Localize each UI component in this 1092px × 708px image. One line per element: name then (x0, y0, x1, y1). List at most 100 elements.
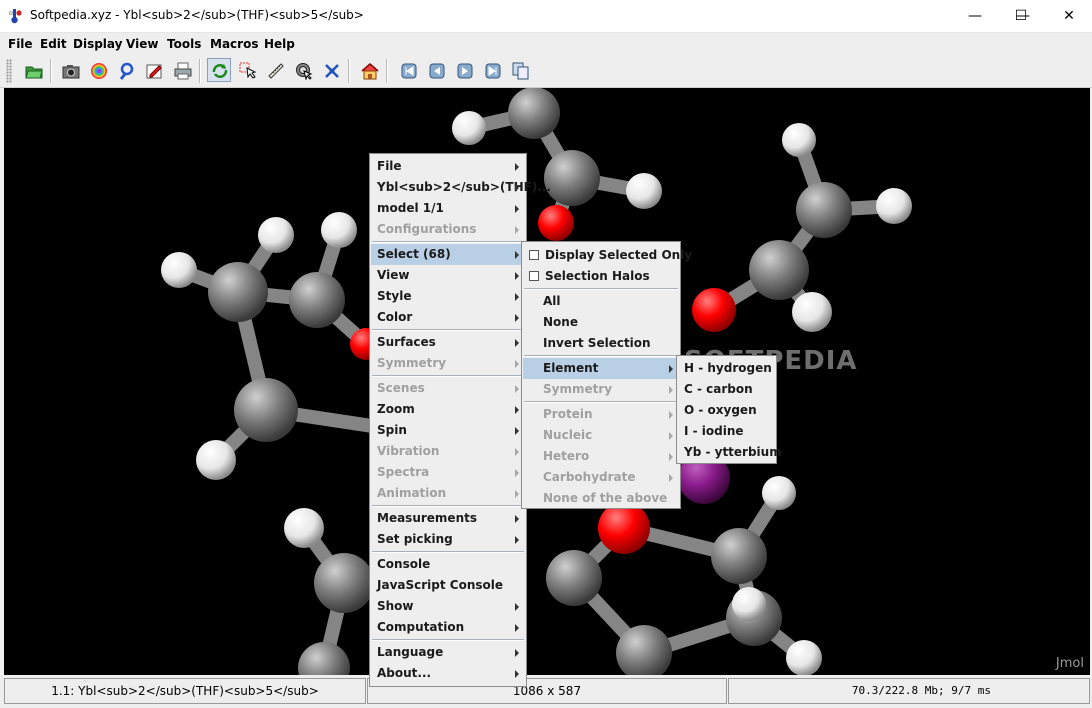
element-item-label: Yb - ytterbium (684, 445, 782, 459)
select-item-protein: Protein (523, 404, 679, 425)
minimize-button-visible[interactable]: — (952, 0, 998, 31)
select-item-selection-halos[interactable]: Selection Halos (523, 266, 679, 287)
element-item-label: O - oxygen (684, 403, 757, 417)
rotate-icon[interactable] (207, 58, 231, 82)
menu-item-spectra: Spectra (371, 462, 525, 483)
checkbox-icon[interactable] (529, 271, 539, 281)
menu-item-color[interactable]: Color (371, 307, 525, 328)
select-item-element[interactable]: Element (523, 358, 679, 379)
menu-item-label: Surfaces (377, 335, 436, 349)
open-icon[interactable] (21, 58, 45, 82)
menu-help[interactable]: Help (264, 37, 295, 51)
select-item-label: Display Selected Only (545, 248, 693, 262)
element-item-h-hydrogen[interactable]: H - hydrogen (678, 358, 775, 379)
submenu-arrow-icon (515, 184, 519, 192)
submenu-arrow-icon (669, 386, 673, 394)
menu-item-vibration: Vibration (371, 441, 525, 462)
submenu-arrow-icon (515, 251, 519, 259)
first-frame-icon[interactable] (396, 58, 420, 82)
jmol-app-icon (8, 9, 22, 24)
next-frame-icon[interactable] (452, 58, 476, 82)
submenu-arrow-icon (515, 293, 519, 301)
menu-item-javascript-console[interactable]: JavaScript Console (371, 575, 525, 596)
menu-item-console[interactable]: Console (371, 554, 525, 575)
menu-item-label: Vibration (377, 444, 440, 458)
element-item-label: C - carbon (684, 382, 753, 396)
select-item-none[interactable]: None (523, 312, 679, 333)
menu-item-ybl2-thf[interactable]: Ybl<sub>2</sub>(THF)... (371, 177, 551, 198)
menu-item-about[interactable]: About... (371, 663, 525, 684)
measure-icon[interactable] (263, 58, 287, 82)
maximize-button[interactable]: ☐ (998, 0, 1044, 31)
toolbar (0, 55, 1092, 88)
toolbar-separator (386, 59, 388, 83)
menu-item-zoom[interactable]: Zoom (371, 399, 525, 420)
checkbox-icon[interactable] (529, 250, 539, 260)
element-item-o-oxygen[interactable]: O - oxygen (678, 400, 775, 421)
last-frame-icon[interactable] (480, 58, 504, 82)
title-bar: Softpedia.xyz - Ybl<sub>2</sub>(THF)<sub… (0, 0, 1092, 33)
submenu-arrow-icon (515, 515, 519, 523)
menu-item-surfaces[interactable]: Surfaces (371, 332, 525, 353)
menu-item-symmetry: Symmetry (371, 353, 525, 374)
menu-item-computation[interactable]: Computation (371, 617, 525, 638)
select-item-invert-selection[interactable]: Invert Selection (523, 333, 679, 354)
menu-file[interactable]: File (8, 37, 33, 51)
menu-view[interactable]: View (126, 37, 158, 51)
submenu-arrow-icon (515, 339, 519, 347)
menu-item-set-picking[interactable]: Set picking (371, 529, 525, 550)
help-icon[interactable] (114, 58, 138, 82)
menu-tools[interactable]: Tools (167, 37, 201, 51)
menu-item-view[interactable]: View (371, 265, 525, 286)
select-item-label: Selection Halos (545, 269, 650, 283)
menu-item-label: Ybl<sub>2</sub>(THF)... (377, 180, 551, 194)
menu-item-spin[interactable]: Spin (371, 420, 525, 441)
edit-icon[interactable] (142, 58, 166, 82)
print-icon[interactable] (170, 58, 194, 82)
menu-separator (524, 288, 678, 290)
menu-item-label: Animation (377, 486, 447, 500)
menu-item-animation: Animation (371, 483, 525, 504)
close-button[interactable]: ✕ (1046, 0, 1092, 31)
submenu-arrow-icon (515, 163, 519, 171)
element-item-i-iodine[interactable]: I - iodine (678, 421, 775, 442)
submenu-arrow-icon (669, 453, 673, 461)
toolbar-grip-icon[interactable] (6, 59, 12, 83)
pick-center-icon[interactable] (291, 58, 315, 82)
screenshot-icon[interactable] (58, 58, 82, 82)
jmol-brand: Jmol (1055, 656, 1084, 671)
menu-separator (372, 375, 524, 377)
menu-item-measurements[interactable]: Measurements (371, 508, 525, 529)
menu-item-label: About... (377, 666, 432, 680)
menu-item-show[interactable]: Show (371, 596, 525, 617)
window-title: Softpedia.xyz - Ybl<sub>2</sub>(THF)<sub… (30, 8, 364, 22)
status-memory: 70.3/222.8 Mb; 9/7 ms (728, 678, 1090, 704)
select-item-all[interactable]: All (523, 291, 679, 312)
menu-macros[interactable]: Macros (210, 37, 258, 51)
menu-item-style[interactable]: Style (371, 286, 525, 307)
select-item-label: None of the above (543, 491, 668, 505)
element-item-yb-ytterbium[interactable]: Yb - ytterbium (678, 442, 782, 463)
element-item-c-carbon[interactable]: C - carbon (678, 379, 775, 400)
menu-item-file[interactable]: File (371, 156, 525, 177)
menu-item-model-1-1[interactable]: model 1/1 (371, 198, 525, 219)
select-item-carbohydrate: Carbohydrate (523, 467, 679, 488)
submenu-arrow-icon (515, 490, 519, 498)
select-submenu: Display Selected Only Selection Halos All N… (521, 241, 692, 509)
submenu-arrow-icon (515, 624, 519, 632)
select-icon[interactable] (235, 58, 259, 82)
copy-frames-icon[interactable] (508, 58, 532, 82)
menu-item-select-68[interactable]: Select (68) (371, 244, 525, 265)
prev-frame-icon[interactable] (424, 58, 448, 82)
select-item-display-selected-only[interactable]: Display Selected Only (523, 245, 692, 266)
modelkit-icon[interactable] (319, 58, 343, 82)
menu-item-label: Spectra (377, 465, 430, 479)
rainbow-icon[interactable] (86, 58, 110, 82)
home-icon[interactable] (357, 58, 381, 82)
menu-display[interactable]: Display (73, 37, 122, 51)
menu-edit[interactable]: Edit (40, 37, 67, 51)
main-popup-menu: File Ybl<sub>2</sub>(THF)... model 1/1 Conf… (369, 153, 551, 687)
submenu-arrow-icon (669, 432, 673, 440)
menu-item-label: Symmetry (377, 356, 447, 370)
menu-item-language[interactable]: Language (371, 642, 525, 663)
